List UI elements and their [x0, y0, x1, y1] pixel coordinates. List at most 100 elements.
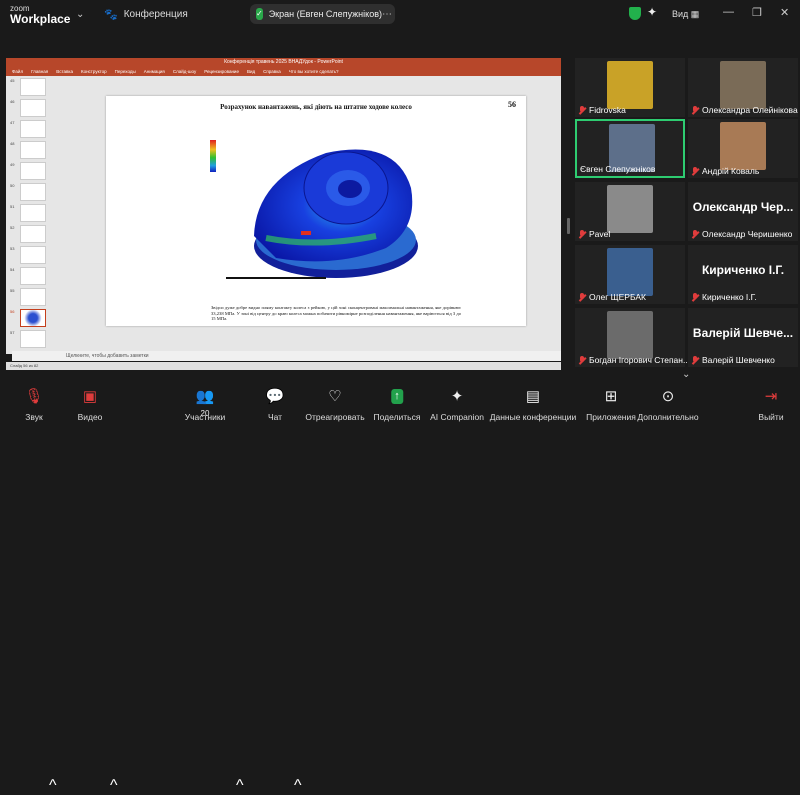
- slide-thumb: 51: [10, 204, 46, 224]
- ribbon-tab: Рецензирование: [204, 69, 239, 74]
- participant-big-name: Валерій Шевче...: [692, 326, 794, 340]
- video-options-caret[interactable]: ^: [110, 777, 118, 795]
- slide-body-text: Звідси дуже добре видно пляму контакту к…: [211, 305, 461, 322]
- shared-screen: Конференція травень 2025 ВНАДУдок - Powe…: [0, 58, 566, 370]
- ai-sparkle-icon: ✦: [450, 388, 464, 405]
- mic-muted-icon: [578, 229, 586, 239]
- participant-tile[interactable]: Олег ЩЕРБАК: [575, 245, 685, 304]
- ribbon-tab: Конструктор: [80, 69, 107, 74]
- slide-thumb: 53: [10, 246, 46, 266]
- participant-tile[interactable]: Андрій Коваль: [688, 119, 798, 178]
- shield-icon[interactable]: [629, 7, 641, 20]
- fem-wheel-image: [206, 118, 426, 283]
- slide-thumb: 52: [10, 225, 46, 245]
- powerpoint-title-bar: Конференція травень 2025 ВНАДУдок - Powe…: [6, 58, 561, 67]
- chevron-down-icon[interactable]: ⌄: [76, 9, 84, 20]
- mic-muted-icon: [691, 105, 699, 115]
- chat-button[interactable]: 💬 Чат: [260, 385, 290, 425]
- meeting-data-button[interactable]: ▤ Данные конференции: [488, 385, 578, 425]
- meeting-title: Конференция: [123, 9, 188, 20]
- participant-tile[interactable]: Pavel: [575, 182, 685, 241]
- share-button[interactable]: ↑ Поделиться: [370, 385, 424, 425]
- participant-tile[interactable]: Валерій Шевче... Валерій Шевченко: [688, 308, 798, 367]
- view-button[interactable]: Вид ▦: [672, 9, 699, 20]
- ribbon-tab: Справка: [263, 69, 281, 74]
- participant-big-name: Кириченко І.Г.: [701, 263, 785, 277]
- video-button[interactable]: ▣ Видео: [70, 385, 110, 425]
- thumb-number: 54: [10, 267, 15, 272]
- more-button[interactable]: ⊙ Дополнительно: [636, 385, 700, 425]
- resize-handle[interactable]: [567, 218, 570, 234]
- ribbon-tab: Главная: [31, 69, 49, 74]
- participant-name: Олександр Черишенко: [702, 229, 793, 239]
- thumb-number: 50: [10, 183, 15, 188]
- participant-tile[interactable]: Fidrovska: [575, 58, 685, 117]
- participant-avatar: [607, 61, 653, 109]
- minimize-icon[interactable]: —: [723, 6, 734, 18]
- participant-tile[interactable]: Олександра Олейнікова: [688, 58, 798, 117]
- mic-muted-icon: [691, 355, 699, 365]
- view-label: Вид: [672, 9, 689, 19]
- participant-avatar: [720, 61, 766, 109]
- ribbon-tab: Вид: [246, 69, 256, 74]
- thumb-number: 57: [10, 330, 15, 335]
- more-icon[interactable]: ⋯: [382, 9, 392, 20]
- mic-muted-icon: [691, 292, 699, 302]
- thumb-number: 53: [10, 246, 15, 251]
- ribbon-tab: Слайд-шоу: [172, 69, 197, 74]
- participant-avatar: [607, 185, 653, 233]
- ribbon-tab: Переходы: [114, 69, 136, 74]
- thumb-number: 47: [10, 120, 15, 125]
- participant-tile[interactable]: Олександр Чер... Олександр Черишенко: [688, 182, 798, 241]
- share-label: Экран (Евген Слепужніков): [268, 9, 382, 19]
- chat-label: Чат: [267, 412, 283, 422]
- react-label: Отреагировать: [305, 412, 365, 422]
- participant-name: Євген Слепужніков: [580, 164, 656, 174]
- mic-muted-icon: [578, 292, 586, 302]
- apps-icon: ⊞: [604, 388, 618, 405]
- slide-thumb: 48: [10, 141, 46, 161]
- mic-muted-icon: [691, 229, 699, 239]
- chat-icon: 💬: [265, 388, 285, 405]
- participant-avatar: [720, 122, 766, 170]
- ai-companion-button[interactable]: ✦ AI Companion: [428, 385, 486, 425]
- leave-icon: ⇥: [764, 388, 778, 405]
- thumb-number: 46: [10, 99, 15, 104]
- share-indicator[interactable]: ✓ Экран (Евген Слепужніков) ⋯: [250, 4, 395, 24]
- participant-name: Олександра Олейнікова: [702, 105, 798, 115]
- meeting-info[interactable]: 🐾 Конференция: [104, 8, 188, 21]
- ai-sparkle-icon[interactable]: ✦: [647, 5, 657, 19]
- audio-options-caret[interactable]: ^: [49, 777, 57, 795]
- react-button[interactable]: ♡ Отреагировать: [302, 385, 368, 425]
- status-bar: Слайд 56 из 82: [6, 362, 561, 370]
- leave-button[interactable]: ⇥ Выйти: [754, 385, 788, 425]
- chevron-down-icon[interactable]: ⌄: [682, 369, 690, 380]
- restore-icon[interactable]: ❐: [752, 6, 762, 19]
- participants-options-caret[interactable]: ^: [236, 777, 244, 795]
- participant-avatar: [607, 248, 653, 296]
- slide-thumb: 54: [10, 267, 46, 287]
- meeting-data-icon: ▤: [525, 388, 541, 405]
- participant-tile[interactable]: Богдан Ігорович Степан...: [575, 308, 690, 367]
- ribbon-tab: Анимация: [143, 69, 165, 74]
- thumb-number: 55: [10, 288, 15, 293]
- audio-button[interactable]: 🎙 Звук: [14, 385, 54, 425]
- participant-tile-active-speaker[interactable]: Євген Слепужніков: [575, 119, 685, 178]
- notes-placeholder[interactable]: Щелкните, чтобы добавить заметки: [12, 351, 561, 361]
- close-icon[interactable]: ✕: [780, 6, 789, 19]
- mic-muted-icon: [578, 105, 586, 115]
- participants-button[interactable]: 👥20 Участники: [180, 385, 230, 425]
- chat-options-caret[interactable]: ^: [294, 777, 302, 795]
- heart-icon: ♡: [328, 388, 342, 405]
- participants-label: Участники: [184, 412, 226, 422]
- thumb-number: 52: [10, 225, 15, 230]
- participant-name: Богдан Ігорович Степан...: [589, 355, 691, 365]
- participant-tile[interactable]: Кириченко І.Г. Кириченко І.Г.: [688, 245, 798, 304]
- apps-button[interactable]: ⊞ Приложения: [582, 385, 640, 425]
- slide-thumb: 46: [10, 99, 46, 119]
- meeting-data-label: Данные конференции: [489, 412, 577, 422]
- powerpoint-ribbon: Файл Главная Вставка Конструктор Переход…: [6, 67, 561, 76]
- slide-thumb: 47: [10, 120, 46, 140]
- more-icon: ⊙: [661, 388, 675, 405]
- slide-thumb: 50: [10, 183, 46, 203]
